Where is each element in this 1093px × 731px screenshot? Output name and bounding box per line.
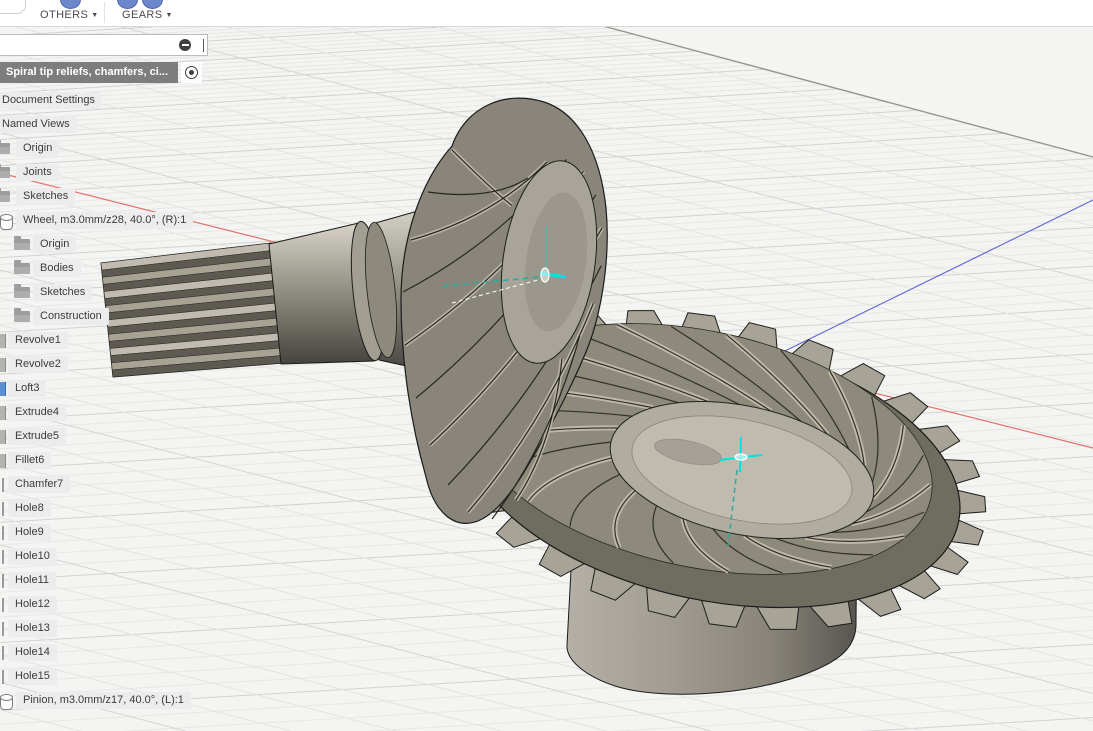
browser-row-chamfer7[interactable]: Chamfer7	[0, 473, 230, 497]
browser-item-label[interactable]: Extrude5	[8, 428, 67, 445]
browser-row-revolve1[interactable]: Revolve1	[0, 329, 230, 353]
folder-icon	[0, 164, 10, 178]
browser-item-label[interactable]: Origin	[16, 140, 60, 157]
browser-item-label[interactable]: Revolve2	[8, 356, 68, 373]
browser-item-label[interactable]: Hole13	[8, 620, 57, 637]
browser-row-extrude5[interactable]: Extrude5	[0, 425, 230, 449]
minus-circle-icon[interactable]	[179, 39, 191, 51]
others-gear-icon	[60, 0, 81, 9]
feature-icon	[0, 622, 4, 636]
browser-item-label[interactable]: Sketches	[16, 188, 76, 205]
folder-icon	[0, 140, 10, 154]
browser-item-label[interactable]: Hole14	[8, 644, 57, 661]
browser-row-sketches[interactable]: Sketches	[0, 185, 230, 209]
browser-row-named-views[interactable]: Named Views	[0, 113, 230, 137]
text-caret	[203, 39, 204, 52]
browser-item-label[interactable]: Hole11	[8, 572, 57, 589]
feature-icon	[0, 550, 4, 564]
browser-item-label[interactable]: Pinion, m3.0mm/z17, 40.0°, (L):1	[16, 692, 191, 709]
feature-icon	[0, 334, 6, 348]
feature-icon	[0, 598, 4, 612]
browser-item-label[interactable]: Origin	[33, 236, 77, 253]
search-input[interactable]	[0, 34, 208, 56]
browser-item-label[interactable]: Construction	[33, 308, 109, 325]
timeline-selected-item[interactable]: Spiral tip reliefs, chamfers, ci...	[0, 62, 178, 83]
feature-icon	[0, 526, 4, 540]
browser-row-origin[interactable]: Origin	[0, 233, 230, 257]
gears-icon-1	[117, 0, 138, 9]
browser-row-document-settings[interactable]: Document Settings	[0, 89, 230, 113]
browser-item-label[interactable]: Chamfer7	[8, 476, 71, 493]
browser-row-hole15[interactable]: Hole15	[0, 665, 230, 689]
browser-row-joints[interactable]: Joints	[0, 161, 230, 185]
browser-row-hole14[interactable]: Hole14	[0, 641, 230, 665]
chevron-down-icon: ▼	[165, 12, 173, 19]
browser-item-label[interactable]: Document Settings	[0, 92, 102, 109]
browser-panel: Spiral tip reliefs, chamfers, ci... Docu…	[0, 0, 230, 731]
feature-icon	[0, 646, 4, 660]
toolbar-menu-gears[interactable]: GEARS ▼	[122, 9, 173, 21]
browser-row-construction[interactable]: Construction	[0, 305, 230, 329]
browser-row-hole8[interactable]: Hole8	[0, 497, 230, 521]
folder-icon	[14, 236, 30, 250]
toolbar-menu-others[interactable]: OTHERS ▼	[40, 9, 99, 21]
browser-row-bodies[interactable]: Bodies	[0, 257, 230, 281]
browser-item-label[interactable]: Revolve1	[8, 332, 68, 349]
fusion-360-window: { "toolbar": { "groups": [ { "label": "O…	[0, 0, 1093, 731]
browser-row-revolve2[interactable]: Revolve2	[0, 353, 230, 377]
browser-item-label[interactable]: Bodies	[33, 260, 81, 277]
feature-icon	[0, 430, 6, 444]
browser-item-label[interactable]: Fillet6	[8, 452, 52, 469]
radio-target-icon[interactable]	[181, 62, 202, 83]
chevron-down-icon: ▼	[91, 12, 99, 19]
browser-item-label[interactable]: Extrude4	[8, 404, 67, 421]
folder-icon	[14, 308, 30, 322]
browser-row-extrude4[interactable]: Extrude4	[0, 401, 230, 425]
feature-icon	[0, 406, 6, 420]
browser-item-label[interactable]: Loft3	[8, 380, 47, 397]
browser-item-label[interactable]: Sketches	[33, 284, 93, 301]
browser-row-origin[interactable]: Origin	[0, 137, 230, 161]
browser-row-hole11[interactable]: Hole11	[0, 569, 230, 593]
browser-item-label[interactable]: Joints	[16, 164, 59, 181]
browser-item-label[interactable]: Hole15	[8, 668, 57, 685]
browser-row-hole13[interactable]: Hole13	[0, 617, 230, 641]
browser-row-loft3[interactable]: Loft3	[0, 377, 230, 401]
feature-icon	[0, 670, 4, 684]
browser-item-label[interactable]: Hole12	[8, 596, 57, 613]
browser-row-hole12[interactable]: Hole12	[0, 593, 230, 617]
browser-row-wheel-m3-0mm-z28-40-0-r-1[interactable]: Wheel, m3.0mm/z28, 40.0°, (R):1	[0, 209, 230, 233]
browser-item-label[interactable]: Hole10	[8, 548, 57, 565]
folder-icon	[14, 260, 30, 274]
toolbar: OTHERS ▼ GEARS ▼	[0, 0, 1093, 27]
browser-row-pinion-m3-0mm-z17-40-0-l-1[interactable]: Pinion, m3.0mm/z17, 40.0°, (L):1	[0, 689, 230, 713]
component-icon	[0, 694, 13, 710]
gears-icon-2	[142, 0, 163, 9]
browser-row-hole10[interactable]: Hole10	[0, 545, 230, 569]
feature-icon	[0, 478, 4, 492]
feature-icon	[0, 574, 4, 588]
browser-row-hole9[interactable]: Hole9	[0, 521, 230, 545]
toolbar-panel-corner	[0, 0, 26, 14]
browser-item-label[interactable]: Hole9	[8, 524, 51, 541]
browser-item-label[interactable]: Wheel, m3.0mm/z28, 40.0°, (R):1	[16, 212, 194, 229]
browser-row-fillet6[interactable]: Fillet6	[0, 449, 230, 473]
feature-icon	[0, 502, 4, 516]
folder-icon	[14, 284, 30, 298]
toolbar-separator	[104, 2, 105, 23]
feature-icon	[0, 358, 6, 372]
browser-item-label[interactable]: Named Views	[0, 116, 77, 133]
folder-icon	[0, 188, 10, 202]
browser-item-label[interactable]: Hole8	[8, 500, 51, 517]
browser-row-sketches[interactable]: Sketches	[0, 281, 230, 305]
feature-icon	[0, 454, 6, 468]
component-icon	[0, 214, 13, 230]
feature-icon	[0, 382, 6, 396]
